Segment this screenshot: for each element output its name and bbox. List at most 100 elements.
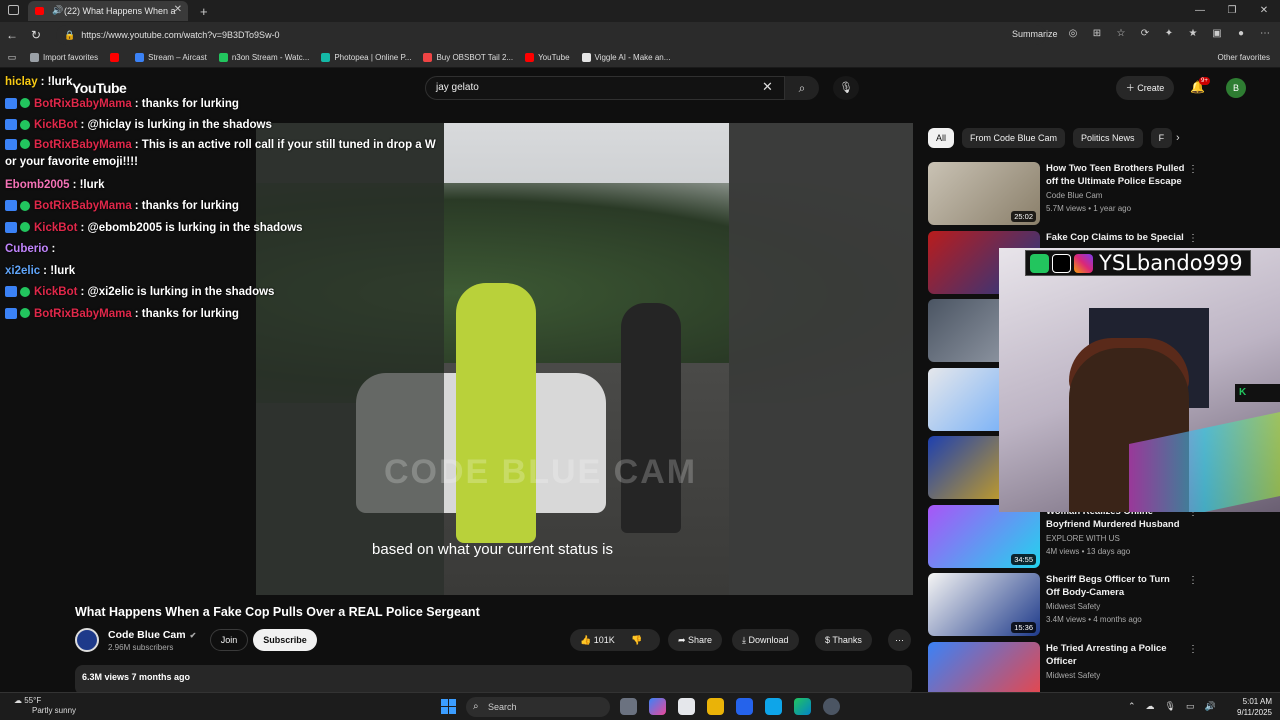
bookmark-item[interactable]: Import favorites — [30, 53, 98, 62]
rec-title[interactable]: Fake Cop Claims to be Special — [1046, 231, 1186, 244]
close-tab-icon[interactable]: ✕ — [174, 4, 182, 15]
recommended-video[interactable]: 34:55Woman Realizes Online Boyfriend Mur… — [928, 505, 1268, 569]
more-actions-icon[interactable]: ⋯ — [888, 629, 911, 651]
bookmark-item[interactable] — [110, 53, 123, 62]
favorites-icon[interactable]: ★ — [1186, 27, 1200, 41]
rec-title[interactable]: Sheriff Begs Officer to Turn Off Body-Ca… — [1046, 573, 1186, 599]
view-count-date: 6.3M views 7 months ago — [82, 672, 191, 682]
bookmark-item[interactable]: Stream – Aircast — [135, 53, 207, 62]
recommended-video[interactable]: He Tried Arresting a Police Officer Midwe… — [928, 642, 1268, 692]
taskbar-search[interactable]: ⌕ Search — [466, 697, 610, 717]
rec-channel[interactable]: Midwest Safety — [1046, 602, 1100, 611]
bookmark-item[interactable]: Photopea | Online P... — [321, 53, 411, 62]
rec-more-icon[interactable]: ⋮ — [1188, 644, 1198, 655]
download-button[interactable]: ⤓ Download — [732, 629, 799, 651]
task-view-icon[interactable] — [620, 698, 637, 715]
store-icon[interactable] — [678, 698, 695, 715]
bookmark-item[interactable]: Buy OBSBOT Tail 2... — [423, 53, 513, 62]
apps-icon[interactable]: ⊞ — [1090, 27, 1104, 41]
channel-avatar[interactable] — [75, 628, 99, 652]
filter-chip[interactable]: Politics News — [1073, 128, 1143, 148]
chat-username: Ebomb2005 — [5, 178, 70, 191]
url-field[interactable]: 🔒 https://www.youtube.com/watch?v=9B3DTo… — [56, 25, 1046, 45]
rec-channel[interactable]: EXPLORE WITH US — [1046, 534, 1120, 543]
profile-icon[interactable]: ● — [1234, 27, 1248, 41]
bookmark-item[interactable]: YouTube — [525, 53, 570, 62]
video-description-box[interactable]: 6.3M views 7 months ago — [75, 665, 912, 692]
video-thumbnail[interactable]: 34:55 — [928, 505, 1040, 568]
browser-tab[interactable]: 🔊 (22) What Happens When a ✕ — [28, 1, 188, 21]
restore-icon[interactable]: ❐ — [1216, 0, 1248, 22]
channel-name[interactable]: Code Blue Cam ✔ — [108, 629, 196, 641]
chips-next-icon[interactable]: › — [1176, 132, 1180, 144]
onedrive-icon[interactable]: ☁ — [1146, 701, 1155, 712]
speaker-icon[interactable]: 🔊 — [52, 5, 63, 16]
minimize-icon[interactable]: — — [1184, 0, 1216, 22]
recommended-video[interactable]: 25:02 How Two Teen Brothers Pulled off th… — [928, 162, 1268, 226]
rec-title[interactable]: He Tried Arresting a Police Officer — [1046, 642, 1186, 668]
filter-chip[interactable]: From Code Blue Cam — [962, 128, 1066, 148]
microphone-icon[interactable]: 🎙 — [833, 76, 859, 100]
clock[interactable]: 5:01 AM 9/11/2025 — [1228, 696, 1272, 718]
volume-icon[interactable]: 🔊 — [1205, 701, 1216, 712]
search-input[interactable]: jay gelato — [425, 76, 785, 100]
file-explorer-icon[interactable] — [707, 698, 724, 715]
video-thumbnail[interactable] — [928, 642, 1040, 692]
outlook-icon[interactable] — [736, 698, 753, 715]
display-icon[interactable]: ▭ — [1186, 701, 1195, 712]
filter-chip[interactable]: All — [928, 128, 955, 148]
bookmark-label: n3on Stream - Watc... — [231, 53, 310, 62]
thanks-button[interactable]: $ Thanks — [815, 629, 872, 651]
recommended-video[interactable]: 15:36 Sheriff Begs Officer to Turn Off Bo… — [928, 573, 1268, 637]
more-icon[interactable]: ⋯ — [1258, 27, 1272, 41]
refresh-icon[interactable]: ↻ — [24, 28, 48, 42]
rec-channel[interactable]: Midwest Safety — [1046, 671, 1100, 680]
bookmark-item[interactable]: n3on Stream - Watc... — [218, 53, 310, 62]
other-favorites[interactable]: Other favorites — [1218, 53, 1270, 62]
sidebar-toggle-icon[interactable] — [8, 5, 19, 15]
obs-icon[interactable] — [823, 698, 840, 715]
video-thumbnail[interactable]: 25:02 — [928, 162, 1040, 225]
subscribe-button[interactable]: Subscribe — [253, 629, 317, 651]
reading-list-icon[interactable]: ▭ — [0, 52, 24, 63]
edge-icon[interactable] — [794, 698, 811, 715]
taskbar-search-icon: ⌕ — [473, 701, 479, 712]
search-icon[interactable]: ⌕ — [785, 76, 819, 100]
collections-icon[interactable]: ▣ — [1210, 27, 1224, 41]
rec-title[interactable]: How Two Teen Brothers Pulled off the Ult… — [1046, 162, 1186, 188]
rec-channel[interactable]: Code Blue Cam — [1046, 191, 1102, 200]
account-avatar[interactable]: B — [1226, 78, 1246, 98]
bookmark-item[interactable]: Viggle AI - Make an... — [581, 53, 670, 62]
close-window-icon[interactable]: ✕ — [1248, 0, 1280, 22]
back-icon[interactable]: ← — [0, 28, 24, 42]
new-tab-icon[interactable]: + — [200, 4, 208, 19]
chat-message: KickBot: @xi2elic is lurking in the shad… — [0, 282, 445, 304]
like-count[interactable]: 101K — [594, 635, 615, 645]
photos-icon[interactable] — [765, 698, 782, 715]
bookmark-label: Stream – Aircast — [148, 53, 207, 62]
weather-widget[interactable]: ☁ 55°F Partly sunny — [14, 696, 76, 716]
rec-more-icon[interactable]: ⋮ — [1188, 164, 1198, 175]
chat-message: KickBot: @hiclay is lurking in the shado… — [0, 115, 445, 137]
rec-more-icon[interactable]: ⋮ — [1188, 575, 1198, 586]
create-button[interactable]: ＋ Create — [1116, 76, 1174, 100]
mic-tray-icon[interactable]: 🎙 — [1165, 701, 1176, 712]
favorite-star-icon[interactable]: ☆ — [1114, 27, 1128, 41]
join-button[interactable]: Join — [210, 629, 248, 651]
refresh-page-icon[interactable]: ⟳ — [1138, 27, 1152, 41]
start-button[interactable] — [441, 699, 456, 714]
video-blur-right — [729, 123, 913, 595]
copilot-app-icon[interactable] — [649, 698, 666, 715]
filter-chip[interactable]: F — [1150, 128, 1173, 148]
share-button[interactable]: ➦ Share — [668, 629, 723, 651]
video-thumbnail[interactable]: 15:36 — [928, 573, 1040, 636]
copilot-icon[interactable]: ◎ — [1066, 27, 1080, 41]
tray-chevron-icon[interactable]: ⌃ — [1128, 701, 1136, 712]
dislike-icon[interactable]: 👎 — [631, 635, 642, 645]
rec-more-icon[interactable]: ⋮ — [1188, 233, 1198, 244]
summarize-button[interactable]: Summarize — [1012, 29, 1058, 39]
clear-search-icon[interactable]: ✕ — [762, 79, 773, 95]
extensions-icon[interactable]: ✦ — [1162, 27, 1176, 41]
like-icon[interactable]: 👍 — [580, 635, 594, 645]
chat-username: BotRixBabyMama — [34, 200, 132, 212]
